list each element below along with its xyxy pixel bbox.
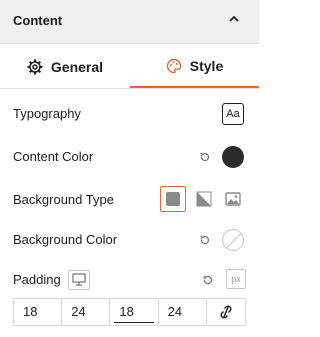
padding-inputs: 18 24 18 24 (13, 298, 246, 326)
typography-label: Typography (13, 106, 81, 121)
content-color-label: Content Color (13, 149, 94, 164)
background-type-image-button[interactable] (220, 186, 246, 212)
padding-row: Padding px (0, 266, 259, 294)
gear-icon (27, 59, 43, 74)
chevron-up-icon[interactable] (228, 14, 240, 24)
reset-icon[interactable] (202, 274, 214, 286)
background-type-gradient-button[interactable] (191, 186, 217, 212)
typography-button[interactable]: Aa (222, 103, 244, 125)
link-values-button[interactable] (207, 299, 245, 325)
padding-bottom-input[interactable]: 18 (110, 299, 159, 325)
content-color-swatch[interactable] (222, 146, 244, 168)
background-color-label: Background Color (13, 232, 118, 247)
padding-left-input[interactable]: 24 (159, 299, 207, 325)
unit-selector[interactable]: px (226, 269, 246, 289)
tab-bar: General Style (0, 45, 259, 89)
background-color-swatch[interactable] (222, 229, 244, 251)
reset-icon[interactable] (199, 151, 211, 163)
typography-row: Typography Aa (0, 100, 259, 128)
gradient-icon (196, 191, 212, 207)
padding-right-input[interactable]: 24 (62, 299, 111, 325)
section-header-content[interactable]: Content (0, 0, 259, 44)
tab-style[interactable]: Style (130, 45, 259, 88)
solid-color-icon (166, 192, 180, 206)
tab-style-label: Style (189, 57, 224, 74)
tab-general-label: General (50, 58, 104, 75)
palette-icon (166, 58, 181, 73)
background-type-row: Background Type (0, 186, 259, 214)
padding-label: Padding (13, 272, 61, 287)
section-title: Content (13, 13, 63, 28)
desktop-icon[interactable] (68, 270, 90, 290)
background-color-row: Background Color (0, 226, 259, 254)
reset-icon[interactable] (199, 234, 211, 246)
image-icon (225, 192, 241, 206)
unlink-icon (220, 305, 232, 319)
padding-top-input[interactable]: 18 (14, 299, 63, 325)
tab-general[interactable]: General (0, 45, 130, 88)
content-color-row: Content Color (0, 143, 259, 171)
background-type-label: Background Type (13, 192, 114, 207)
background-type-solid-button[interactable] (160, 186, 186, 212)
